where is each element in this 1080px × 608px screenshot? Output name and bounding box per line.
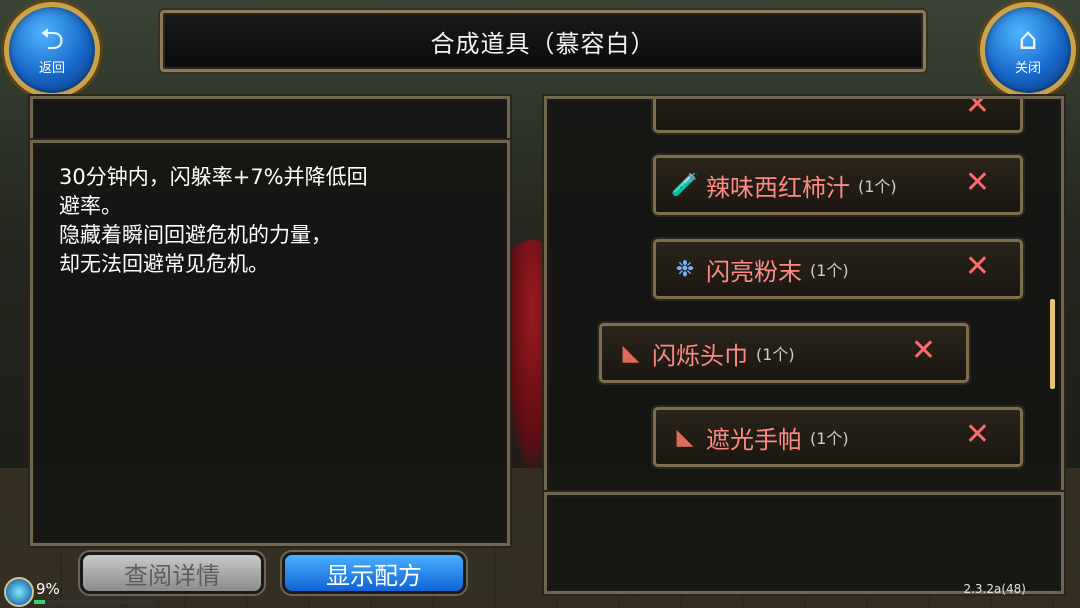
list-item[interactable]: ❉ 闪亮粉末 (1个) ✕ xyxy=(653,239,1023,299)
description-line: 避率。 xyxy=(59,194,122,218)
ingredient-list-panel[interactable]: ✕ 🧪 辣味西红柿汁 (1个) ✕ ❉ 闪亮粉末 (1个) ✕ ◣ 闪烁头巾 (… xyxy=(544,96,1064,498)
back-arrow-icon: ⮌ xyxy=(39,21,65,57)
back-button-label: 返回 xyxy=(38,60,65,76)
remove-icon[interactable]: ✕ xyxy=(965,99,990,122)
remove-icon[interactable]: ✕ xyxy=(965,166,990,200)
progress-fill xyxy=(34,600,45,604)
result-panel xyxy=(544,492,1064,594)
list-item[interactable]: 🧪 辣味西红柿汁 (1个) ✕ xyxy=(653,155,1023,215)
remove-icon[interactable]: ✕ xyxy=(911,334,936,368)
blue-powder-icon: ❉ xyxy=(675,256,695,282)
close-button[interactable]: ⌂ 关闭 xyxy=(980,2,1076,98)
page-title: 合成道具（慕容白） xyxy=(430,29,656,58)
item-name: 闪亮粉末 xyxy=(706,257,802,286)
progress-bar xyxy=(34,600,154,604)
item-count: (1个) xyxy=(858,177,897,196)
item-name: 遮光手帕 xyxy=(706,425,802,454)
item-count: (1个) xyxy=(756,345,795,364)
remove-icon[interactable]: ✕ xyxy=(965,250,990,284)
item-count: (1个) xyxy=(810,261,849,280)
item-count: (1个) xyxy=(810,429,849,448)
list-item-selected[interactable]: ◣ 闪烁头巾 (1个) ✕ xyxy=(599,323,969,383)
item-name: 闪烁头巾 xyxy=(652,341,748,370)
red-scarf-icon: ◣ xyxy=(676,424,694,450)
view-details-button[interactable]: 查阅详情 xyxy=(80,552,264,594)
network-status-icon xyxy=(4,577,34,607)
show-recipe-button[interactable]: 显示配方 xyxy=(282,552,466,594)
description-line: 隐藏着瞬间回避危机的力量， xyxy=(59,223,332,247)
item-name: 辣味西红柿汁 xyxy=(706,173,850,202)
red-bottle-icon: 🧪 xyxy=(671,172,699,198)
home-icon: ⌂ xyxy=(1018,21,1038,57)
item-description: 30分钟内，闪躲率+7%并降低回 避率。 隐藏着瞬间回避危机的力量， 却无法回避… xyxy=(59,163,459,279)
back-button[interactable]: ⮌ 返回 xyxy=(4,2,100,98)
list-item-partial[interactable]: ✕ xyxy=(653,99,1023,133)
close-button-label: 关闭 xyxy=(1014,60,1041,76)
description-line: 却无法回避常见危机。 xyxy=(59,252,269,276)
loading-percent: 9% xyxy=(36,580,60,598)
title-bar: 合成道具（慕容白） xyxy=(160,10,926,72)
red-scarf-icon: ◣ xyxy=(622,340,640,366)
remove-icon[interactable]: ✕ xyxy=(965,418,990,452)
description-panel: 30分钟内，闪躲率+7%并降低回 避率。 隐藏着瞬间回避危机的力量， 却无法回避… xyxy=(30,140,510,546)
description-line: 30分钟内，闪躲率+7%并降低回 xyxy=(59,165,368,189)
version-label: 2.3.2a(48) xyxy=(963,582,1026,596)
list-item[interactable]: ◣ 遮光手帕 (1个) ✕ xyxy=(653,407,1023,467)
scrollbar[interactable] xyxy=(1050,299,1055,389)
